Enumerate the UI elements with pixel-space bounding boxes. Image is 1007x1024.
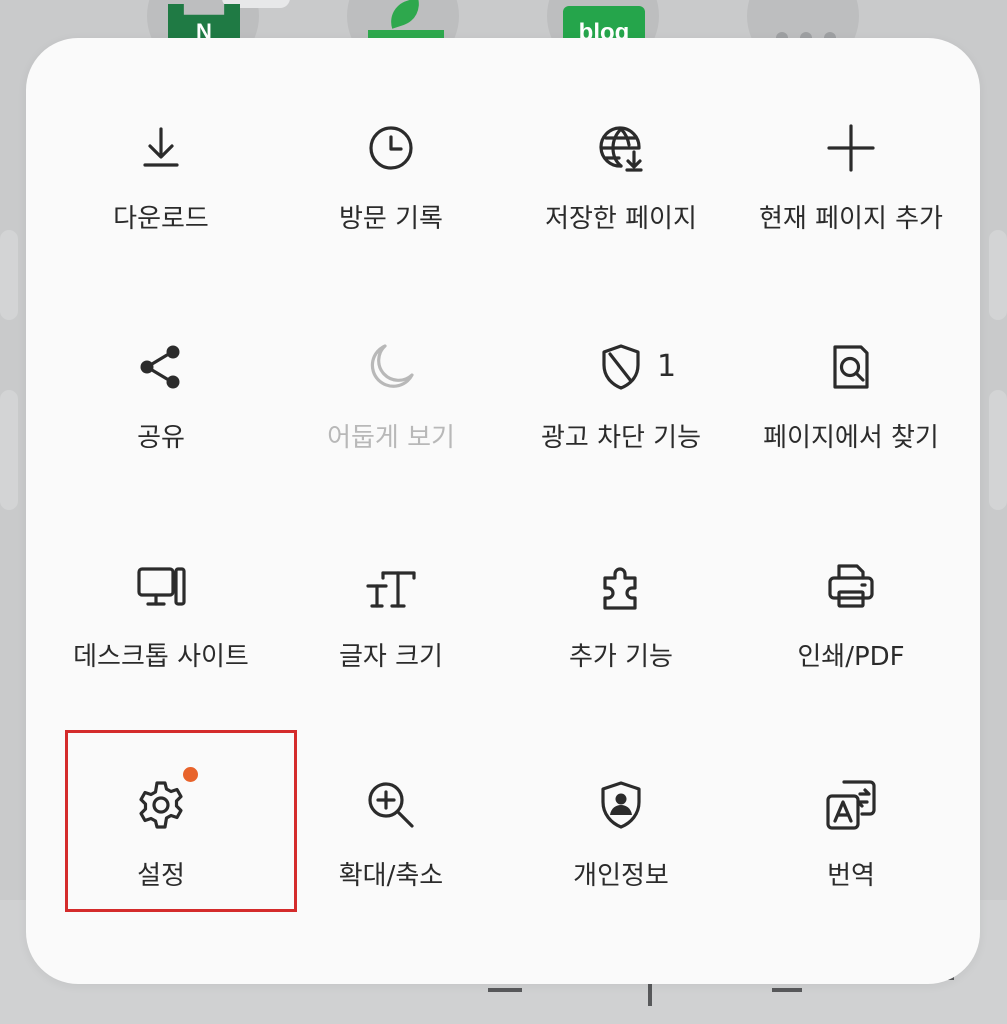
menu-item-label: 어둡게 보기 bbox=[327, 423, 455, 453]
menu-item-label: 다운로드 bbox=[113, 204, 209, 234]
notification-dot bbox=[183, 767, 198, 782]
printer-icon bbox=[823, 558, 879, 614]
menu-item-label: 페이지에서 찾기 bbox=[763, 423, 939, 453]
menu-grid: 다운로드 방문 기록 저장한 페이지 현재 페이지 추가공유 어둡게 보기 1 광고 차단 … bbox=[46, 100, 966, 976]
menu-item-label: 인쇄/PDF bbox=[797, 642, 905, 672]
menu-item-dark-mode[interactable]: 어둡게 보기 bbox=[276, 319, 506, 538]
menu-item-privacy[interactable]: 개인정보 bbox=[506, 757, 736, 976]
menu-item-settings[interactable]: 설정 bbox=[46, 757, 276, 976]
background-card-edge bbox=[0, 230, 18, 320]
menu-item-desktop-site[interactable]: 데스크톱 사이트 bbox=[46, 538, 276, 757]
blog-logo: blog bbox=[563, 6, 645, 40]
menu-item-label: 공유 bbox=[137, 423, 185, 453]
find-in-page-icon bbox=[823, 339, 879, 395]
plus-icon bbox=[823, 120, 879, 176]
menu-item-label: 확대/축소 bbox=[338, 861, 444, 891]
menu-item-saved-pages[interactable]: 저장한 페이지 bbox=[506, 100, 736, 319]
menu-item-ad-block[interactable]: 1 광고 차단 기능 bbox=[506, 319, 736, 538]
menu-item-label: 방문 기록 bbox=[339, 204, 443, 234]
background-card-edge bbox=[989, 390, 1007, 510]
menu-item-label: 번역 bbox=[827, 861, 875, 891]
menu-item-label: 현재 페이지 추가 bbox=[759, 204, 943, 234]
menu-item-history[interactable]: 방문 기록 bbox=[276, 100, 506, 319]
shield-slash-icon: 1 bbox=[593, 339, 676, 395]
menu-item-add-ons[interactable]: 추가 기능 bbox=[506, 538, 736, 757]
background-card-edge bbox=[0, 390, 18, 510]
privacy-shield-icon bbox=[593, 777, 649, 833]
toolbar-icon-fragment bbox=[772, 988, 802, 992]
menu-item-label: 개인정보 bbox=[573, 861, 669, 891]
menu-item-label: 추가 기능 bbox=[569, 642, 673, 672]
menu-item-label: 글자 크기 bbox=[339, 642, 443, 672]
background-card-edge bbox=[989, 230, 1007, 320]
download-icon bbox=[133, 120, 189, 176]
moon-icon bbox=[363, 339, 419, 395]
menu-item-label: 데스크톱 사이트 bbox=[73, 642, 249, 672]
menu-item-label: 설정 bbox=[137, 861, 185, 891]
toolbar-icon-fragment bbox=[488, 988, 522, 992]
menu-item-translate[interactable]: 번역 bbox=[736, 757, 966, 976]
menu-item-text-size[interactable]: 글자 크기 bbox=[276, 538, 506, 757]
menu-item-zoom[interactable]: 확대/축소 bbox=[276, 757, 506, 976]
menu-item-print[interactable]: 인쇄/PDF bbox=[736, 538, 966, 757]
menu-item-label: 광고 차단 기능 bbox=[540, 423, 702, 453]
menu-item-add-page[interactable]: 현재 페이지 추가 bbox=[736, 100, 966, 319]
globe-download-icon bbox=[593, 120, 649, 176]
desktop-icon bbox=[133, 558, 189, 614]
toolbar-icon-fragment bbox=[648, 984, 652, 1006]
translate-icon bbox=[823, 777, 879, 833]
menu-item-label: 저장한 페이지 bbox=[545, 204, 697, 234]
menu-item-share[interactable]: 공유 bbox=[46, 319, 276, 538]
zoom-in-icon bbox=[363, 777, 419, 833]
blocked-ads-count: 1 bbox=[657, 349, 677, 384]
share-icon bbox=[133, 339, 189, 395]
clock-icon bbox=[363, 120, 419, 176]
menu-item-find-in-page[interactable]: 페이지에서 찾기 bbox=[736, 319, 966, 538]
browser-menu-sheet: 다운로드 방문 기록 저장한 페이지 현재 페이지 추가공유 어둡게 보기 1 광고 차단 … bbox=[26, 38, 980, 984]
puzzle-icon bbox=[593, 558, 649, 614]
text-size-icon bbox=[363, 558, 419, 614]
gear-icon bbox=[133, 767, 198, 833]
menu-item-download[interactable]: 다운로드 bbox=[46, 100, 276, 319]
